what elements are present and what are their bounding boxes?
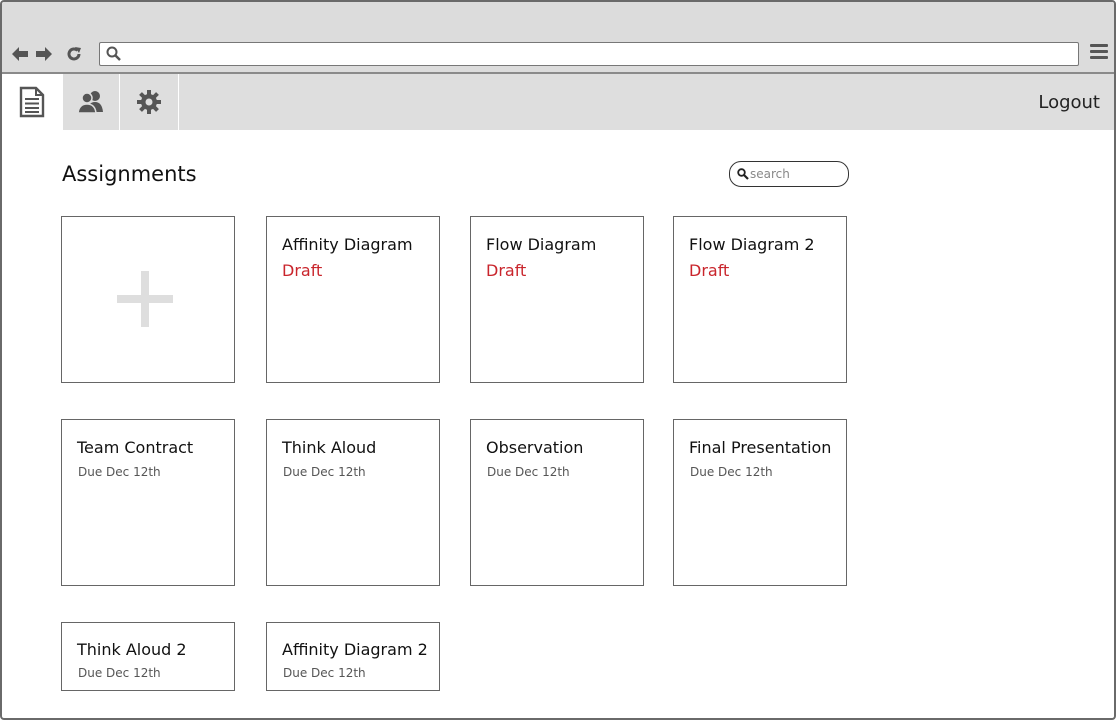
search-icon	[106, 46, 121, 61]
browser-window: Logout Assignments Affinity Diagram Draf…	[0, 0, 1116, 720]
search-icon	[737, 168, 749, 180]
hamburger-menu-icon[interactable]	[1090, 44, 1108, 62]
assignment-name: Final Presentation	[689, 438, 832, 457]
arrow-right-icon[interactable]	[34, 44, 54, 64]
assignment-name: Affinity Diagram	[282, 235, 413, 254]
assignment-name: Flow Diagram	[486, 235, 597, 254]
assignment-due-date: Due Dec 12th	[78, 465, 161, 479]
browser-toolbar	[2, 36, 1114, 74]
assignment-name: Think Aloud 2	[77, 640, 187, 659]
tab-settings[interactable]	[120, 74, 179, 130]
assignment-due-date: Due Dec 12th	[283, 465, 366, 479]
assignment-card[interactable]: Observation Due Dec 12th	[470, 419, 644, 586]
search-input[interactable]	[750, 165, 840, 182]
arrow-left-icon[interactable]	[10, 44, 30, 64]
assignment-due-date: Due Dec 12th	[487, 465, 570, 479]
users-icon	[77, 91, 103, 114]
document-icon	[19, 86, 45, 118]
assignment-card[interactable]: Team Contract Due Dec 12th	[61, 419, 235, 586]
app-navbar: Logout	[2, 74, 1114, 130]
assignment-search[interactable]	[729, 161, 849, 187]
assignment-card[interactable]: Flow Diagram 2 Draft	[673, 216, 847, 383]
assignment-status: Draft	[689, 261, 730, 280]
add-assignment-card[interactable]	[61, 216, 235, 383]
assignment-card[interactable]: Think Aloud 2 Due Dec 12th	[61, 622, 235, 691]
page-title: Assignments	[62, 162, 197, 186]
tab-assignments[interactable]	[2, 74, 63, 130]
assignment-card[interactable]: Think Aloud Due Dec 12th	[266, 419, 440, 586]
logout-link[interactable]: Logout	[1038, 92, 1100, 113]
assignment-status: Draft	[282, 261, 323, 280]
assignment-name: Team Contract	[77, 438, 194, 457]
assignment-name: Think Aloud	[282, 438, 377, 457]
assignment-name: Observation	[486, 438, 584, 457]
assignment-card[interactable]: Final Presentation Due Dec 12th	[673, 419, 847, 586]
assignment-card[interactable]: Affinity Diagram 2 Due Dec 12th	[266, 622, 440, 691]
assignment-card[interactable]: Affinity Diagram Draft	[266, 216, 440, 383]
gear-icon	[137, 90, 161, 114]
address-bar[interactable]	[99, 42, 1079, 66]
assignment-due-date: Due Dec 12th	[78, 666, 161, 680]
assignment-card[interactable]: Flow Diagram Draft	[470, 216, 644, 383]
assignment-name: Affinity Diagram 2	[282, 640, 428, 659]
assignment-due-date: Due Dec 12th	[283, 666, 366, 680]
window-titlebar	[2, 2, 1114, 37]
assignment-due-date: Due Dec 12th	[690, 465, 773, 479]
tab-users[interactable]	[63, 74, 120, 130]
reload-icon[interactable]	[64, 44, 84, 64]
assignment-status: Draft	[486, 261, 527, 280]
assignment-name: Flow Diagram 2	[689, 235, 815, 254]
